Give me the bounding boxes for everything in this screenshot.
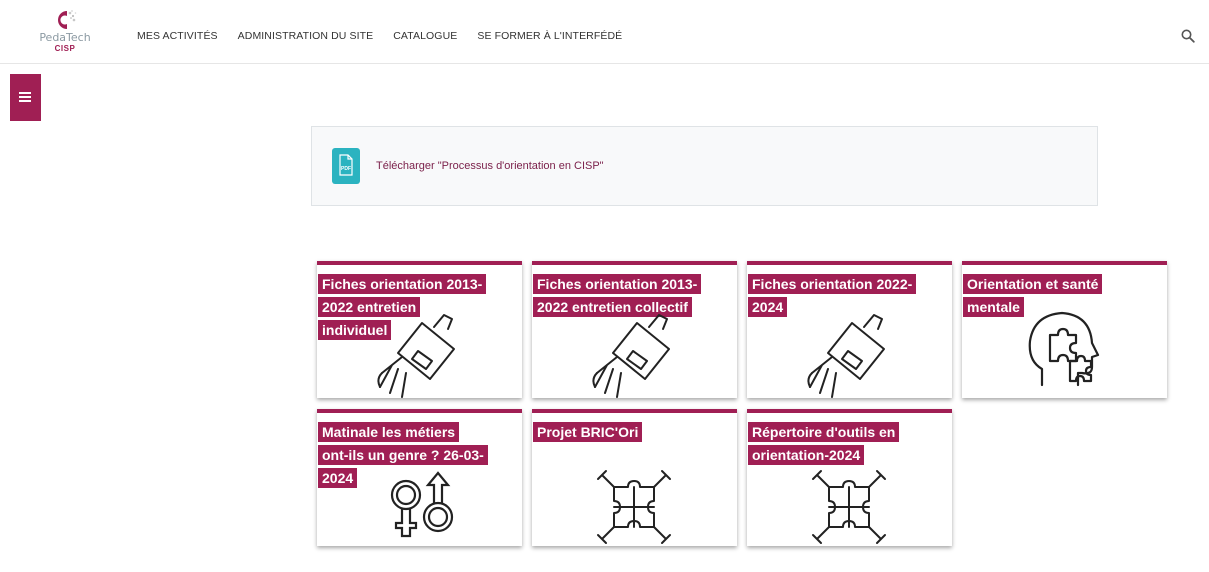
nav-administration-du-site[interactable]: ADMINISTRATION DU SITE — [238, 30, 374, 42]
tile-fiches-orientation-2022-2024[interactable]: Fiches orientation 2022- 2024 — [747, 261, 952, 398]
tile-label: Projet BRIC'Ori — [532, 421, 737, 444]
logo-text-main: PedaTech — [39, 31, 91, 44]
list-icon — [19, 92, 31, 102]
pdf-file-icon[interactable]: PDF — [332, 148, 360, 184]
gender-symbols-icon — [390, 471, 454, 538]
site-logo[interactable]: PedaTech CISP — [30, 8, 100, 62]
main-menu: MES ACTIVITÉS ADMINISTRATION DU SITE CAT… — [137, 30, 642, 42]
tile-fiches-orientation-individuel[interactable]: Fiches orientation 2013- 2022 entretien … — [317, 261, 522, 398]
hands-puzzle-icon — [597, 470, 671, 544]
drawer-toggle-button[interactable] — [10, 74, 41, 121]
top-navbar: PedaTech CISP MES ACTIVITÉS ADMINISTRATI… — [0, 0, 1209, 64]
nav-mes-activites[interactable]: MES ACTIVITÉS — [137, 30, 218, 42]
head-puzzle-icon — [1028, 311, 1100, 387]
tile-matinale-metiers-genre[interactable]: Matinale les métiers ont-ils un genre ? … — [317, 409, 522, 546]
tile-fiches-orientation-collectif[interactable]: Fiches orientation 2013- 2022 entretien … — [532, 261, 737, 398]
search-icon[interactable] — [1181, 29, 1195, 43]
page: PedaTech CISP MES ACTIVITÉS ADMINISTRATI… — [0, 0, 1209, 572]
hand-holding-paper-icon — [592, 314, 670, 398]
logo-mark-icon — [57, 10, 77, 29]
nav-catalogue[interactable]: CATALOGUE — [393, 30, 457, 42]
nav-se-former[interactable]: SE FORMER À L'INTERFÉDÉ — [477, 30, 622, 42]
tile-repertoire-outils-orientation[interactable]: Répertoire d'outils en orientation-2024 — [747, 409, 952, 546]
logo-text-sub: CISP — [54, 44, 76, 53]
hand-holding-paper-icon — [377, 314, 455, 398]
download-link[interactable]: Télécharger "Processus d'orientation en … — [376, 160, 604, 172]
tile-projet-bric-ori[interactable]: Projet BRIC'Ori — [532, 409, 737, 546]
tile-orientation-sante-mentale[interactable]: Orientation et santé mentale — [962, 261, 1167, 398]
hands-puzzle-icon — [812, 470, 886, 544]
hand-holding-paper-icon — [807, 314, 885, 398]
download-resource-box: PDF Télécharger "Processus d'orientation… — [311, 126, 1098, 206]
tile-label: Répertoire d'outils en orientation-2024 — [747, 421, 952, 467]
svg-text:PDF: PDF — [341, 166, 351, 172]
